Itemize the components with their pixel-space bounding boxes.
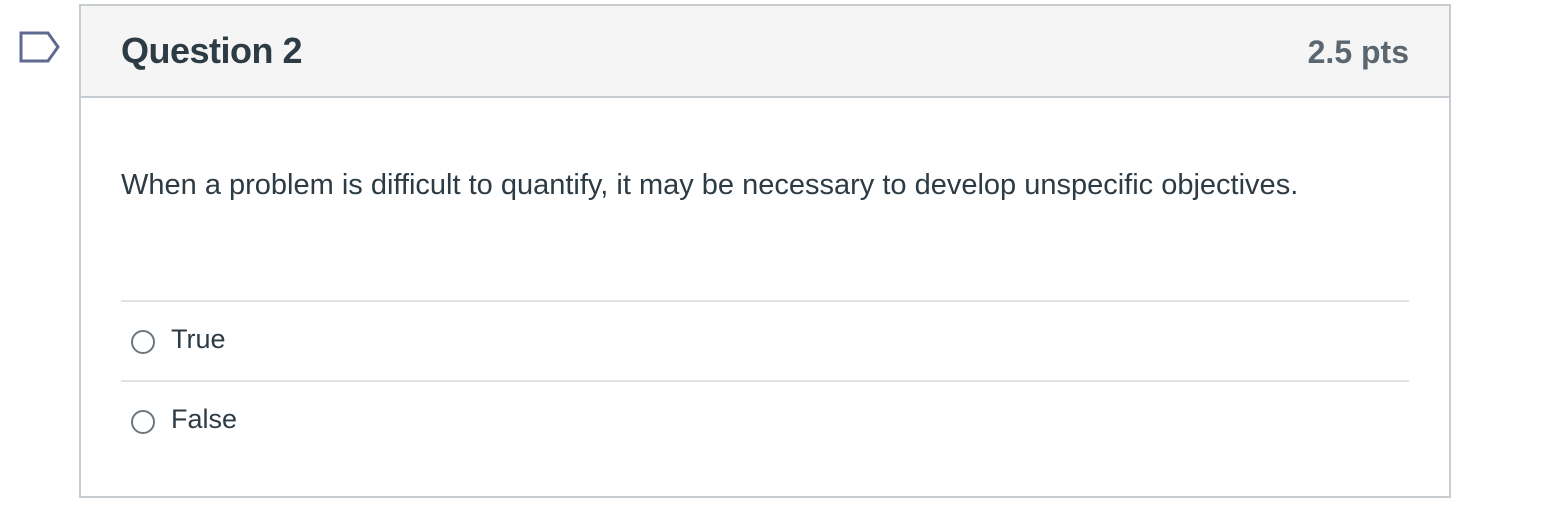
quiz-page: Question 2 2.5 pts When a problem is dif…	[0, 0, 1558, 512]
question-title: Question 2	[121, 30, 303, 71]
answer-option-false[interactable]: False	[121, 380, 1409, 460]
answer-option-true[interactable]: True	[121, 300, 1409, 380]
flag-question-button[interactable]	[18, 30, 62, 64]
answer-list: True False	[121, 300, 1409, 460]
question-text: When a problem is difficult to quantify,…	[121, 169, 1299, 201]
radio-button-false[interactable]	[131, 410, 155, 434]
question-header: Question 2 2.5 pts	[81, 6, 1449, 98]
radio-button-true[interactable]	[131, 330, 155, 354]
flag-icon	[19, 31, 60, 63]
question-points: 2.5 pts	[1307, 34, 1409, 70]
answer-label-true: True	[171, 324, 226, 354]
question-card: Question 2 2.5 pts When a problem is dif…	[79, 4, 1451, 498]
answer-label-false: False	[171, 404, 238, 434]
